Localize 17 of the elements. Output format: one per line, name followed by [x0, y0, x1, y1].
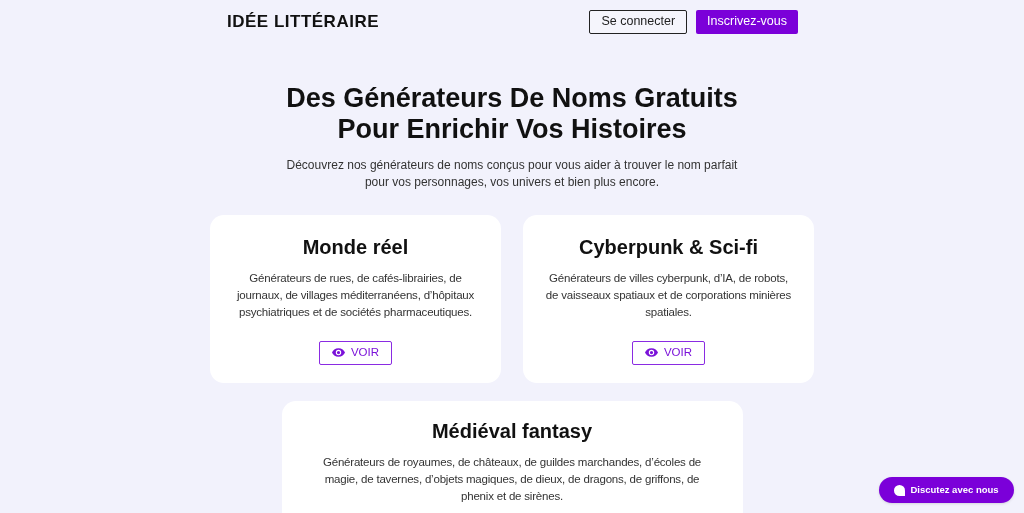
card-description: Générateurs de royaumes, de châteaux, de guildes marchandes, d’écoles de magie, de tavernes, d’objets magiques, de dieux, de dragons, de griffons, de phenix et de sirènes.: [321, 454, 703, 504]
card-description: Générateurs de villes cyberpunk, d’IA, de robots, de vaisseaux spatiaux et de corporations minières spatiales.: [544, 270, 793, 320]
eye-icon: [644, 348, 658, 357]
card-description: Générateurs de rues, de cafés-librairies, de journaux, de villages méditerranéens, d’hôpitaux psychiatriques et de sociétés pharmaceutiques.: [235, 270, 476, 320]
card-title: Monde réel: [302, 234, 409, 260]
eye-icon: [331, 348, 345, 357]
chat-button[interactable]: Discutez avec nous: [879, 477, 1014, 503]
login-button[interactable]: Se connecter: [589, 9, 688, 34]
card-title: Médiéval fantasy: [431, 418, 593, 444]
view-button[interactable]: VOIR: [631, 340, 706, 365]
signup-button[interactable]: Inscrivez-vous: [696, 9, 798, 34]
logo[interactable]: IDÉE LITTÉRAIRE: [227, 9, 379, 35]
view-button[interactable]: VOIR: [318, 340, 393, 365]
page-title: Des Générateurs De Noms Gratuits Pour Enrichir Vos Histoires: [286, 82, 738, 145]
chat-bubble-icon: [894, 484, 906, 496]
card-title: Cyberpunk & Sci-fi: [579, 234, 758, 260]
page-subtitle: Découvrez nos générateurs de noms conçus pour vous aider à trouver le nom parfait pour vos personnages, vos univers et bien plus encore.: [285, 156, 739, 191]
